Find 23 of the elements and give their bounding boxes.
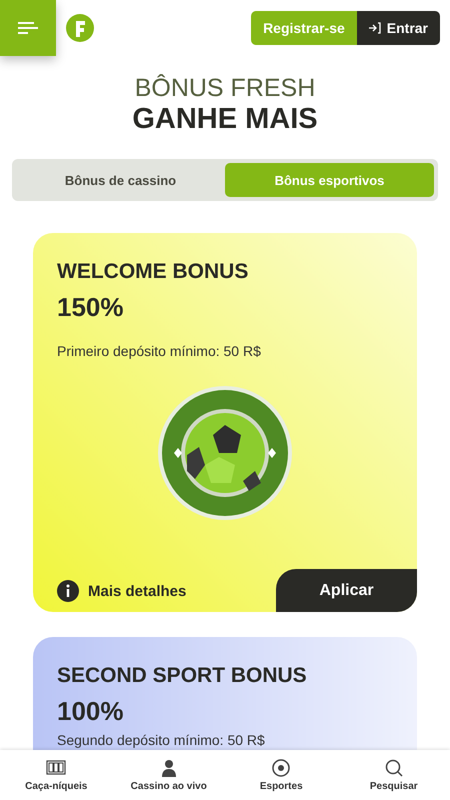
bonus-amount: 150%	[57, 292, 124, 323]
bonus-condition: Primeiro depósito mínimo: 50 R$	[57, 343, 262, 359]
bonus-title: WELCOME BONUS	[57, 260, 250, 284]
logo-icon[interactable]	[66, 14, 94, 42]
details-link[interactable]: Mais detalhes	[57, 580, 186, 602]
page-subtitle: BÔNUS FRESH	[134, 73, 316, 103]
nav-item[interactable]: Cassino ao vivo	[112, 750, 225, 800]
tab[interactable]: Bônus de cassino	[16, 163, 225, 197]
info-icon	[57, 580, 79, 602]
bonus-condition: Segundo depósito mínimo: 50 R$	[57, 732, 266, 748]
nav-item[interactable]: Esportes	[225, 750, 338, 800]
menu-button[interactable]	[0, 0, 56, 56]
bonus-title: SECOND SPORT BONUS	[57, 664, 308, 688]
apply-button[interactable]: Aplicar	[276, 569, 417, 612]
menu-icon	[18, 22, 38, 34]
login-icon	[368, 22, 381, 34]
login-button[interactable]: Entrar	[356, 11, 440, 45]
ball-icon	[271, 758, 292, 778]
nav-item[interactable]: Caça-níqueis	[0, 750, 112, 800]
page-title: GANHE MAIS	[132, 103, 318, 135]
search-icon	[384, 758, 404, 778]
nav-item[interactable]: Pesquisar	[338, 750, 450, 800]
bonus-amount: 100%	[57, 696, 124, 727]
